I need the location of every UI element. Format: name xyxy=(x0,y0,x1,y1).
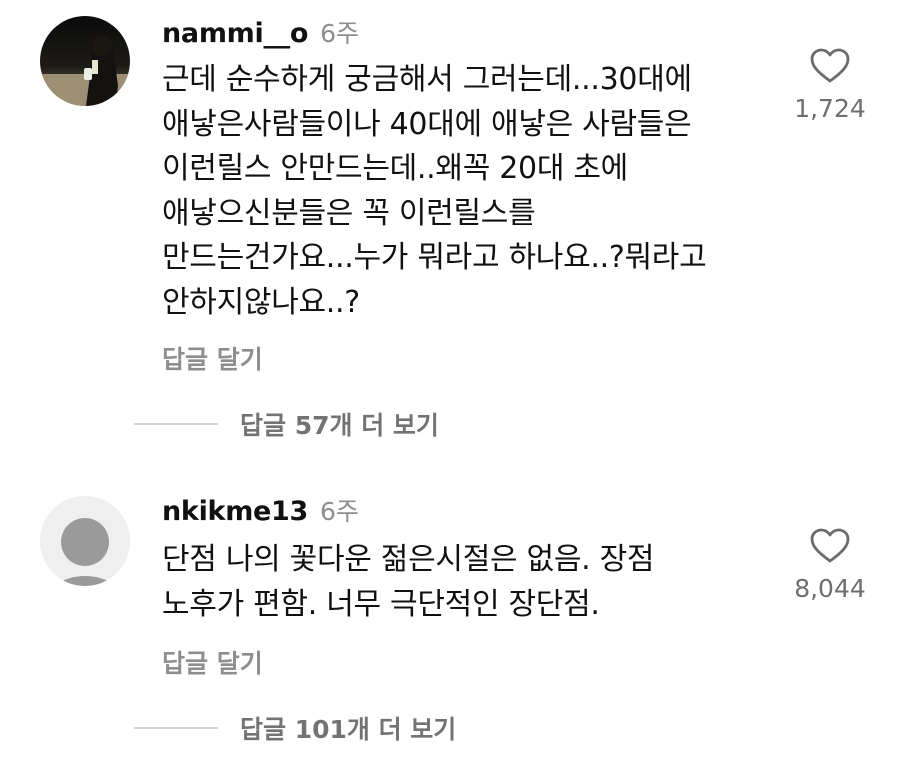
divider-line xyxy=(134,727,218,729)
avatar-photo-icon xyxy=(40,16,130,106)
divider-line xyxy=(134,423,218,425)
comment-text: 단점 나의 꽃다운 젊은시절은 없음. 장점 노후가 편함. 너무 극단적인 장… xyxy=(162,538,782,627)
reply-button[interactable]: 답글 달기 xyxy=(162,644,263,680)
like-control: 1,724 xyxy=(788,48,872,123)
like-control: 8,044 xyxy=(788,528,872,603)
username[interactable]: nammi__o xyxy=(162,18,308,49)
like-count: 1,724 xyxy=(794,94,866,123)
like-count: 8,044 xyxy=(794,574,866,603)
comment-line: 애낳으신분들은 꼭 이런릴스를 xyxy=(162,195,536,231)
comment-line: 이런릴스 안만드는데..왜꼭 20대 초에 xyxy=(162,151,628,186)
default-avatar-icon xyxy=(40,496,130,586)
timestamp: 6주 xyxy=(320,19,360,48)
avatar[interactable] xyxy=(40,16,130,106)
view-replies-label: 답글 57개 더 보기 xyxy=(240,411,439,440)
comment-line: 근데 순수하게 궁금해서 그러는데...30대에 xyxy=(162,62,692,97)
comment-line: 단점 나의 꽃다운 젊은시절은 없음. 장점 xyxy=(162,542,655,577)
view-replies-label: 답글 101개 더 보기 xyxy=(240,715,457,744)
comment-line: 애낳은사람들이나 40대에 애낳은 사람들은 xyxy=(162,106,692,142)
comment-header: nammi__o 6주 xyxy=(162,14,359,50)
view-replies-button[interactable]: 답글 101개 더 보기 xyxy=(134,710,456,746)
heart-icon[interactable] xyxy=(810,528,850,564)
view-replies-button[interactable]: 답글 57개 더 보기 xyxy=(134,406,439,442)
comment-line: 노후가 편함. 너무 극단적인 장단점. xyxy=(162,586,600,622)
username[interactable]: nkikme13 xyxy=(162,496,308,527)
comment-text: 근데 순수하게 궁금해서 그러는데...30대에 애낳은사람들이나 40대에 애… xyxy=(162,58,782,325)
reply-button[interactable]: 답글 달기 xyxy=(162,340,263,376)
comment-line: 안하지않나요..? xyxy=(162,284,360,320)
comment-line: 만드는건가요...누가 뭐라고 하나요..?뭐라고 xyxy=(162,240,707,275)
timestamp: 6주 xyxy=(320,497,359,526)
avatar[interactable] xyxy=(40,496,130,586)
heart-icon[interactable] xyxy=(810,48,850,84)
comment-header: nkikme13 6주 xyxy=(162,492,359,528)
